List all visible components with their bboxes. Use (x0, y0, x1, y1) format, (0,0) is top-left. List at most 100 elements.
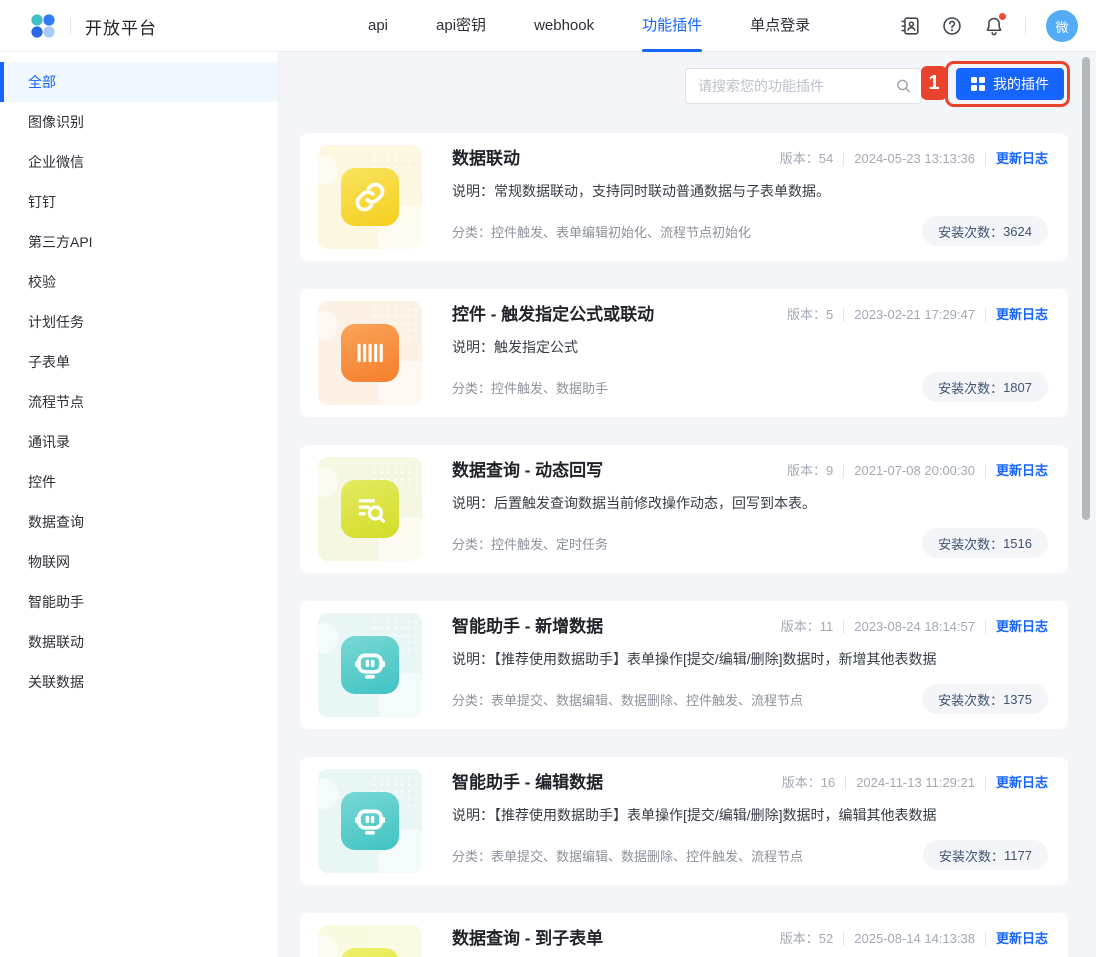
plugin-version: 版本：11 (781, 615, 834, 639)
sidebar-item-label: 智能助手 (28, 592, 84, 612)
changelog-link[interactable]: 更新日志 (996, 459, 1048, 483)
plugin-card-body: 智能助手 - 新增数据 版本：11 2023-08-24 18:14:57 更新… (452, 601, 1048, 729)
plugin-categories: 分类：表单提交、数据编辑、数据删除、控件触发、流程节点 (452, 690, 803, 709)
robot-icon (353, 648, 387, 682)
plugin-version: 版本：5 (787, 303, 833, 327)
plugin-icon (341, 948, 399, 957)
plugin-card-body: 数据查询 - 到子表单 版本：52 2025-08-14 14:13:38 更新… (452, 913, 1048, 957)
meta-divider (843, 308, 844, 322)
plugin-title: 控件 - 触发指定公式或联动 (452, 303, 654, 327)
sidebar-item-label: 校验 (28, 272, 56, 292)
sidebar-item[interactable]: 第三方API (0, 222, 278, 262)
plugin-version: 版本：9 (787, 459, 833, 483)
sidebar-item[interactable]: 子表单 (0, 342, 278, 382)
top-nav-tab[interactable]: 单点登录 (750, 0, 810, 52)
plugin-meta: 版本：16 2024-11-13 11:29:21 更新日志 (782, 771, 1048, 795)
top-nav-tab[interactable]: webhook (534, 0, 594, 52)
plugin-description: 说明：后置触发查询数据当前修改操作动态，回写到本表。 (452, 493, 1048, 513)
sidebar-item-label: 数据查询 (28, 512, 84, 532)
sidebar-item-label: 图像识别 (28, 112, 84, 132)
sidebar-item-label: 计划任务 (28, 312, 84, 332)
top-nav-tab[interactable]: 功能插件 (642, 0, 702, 52)
search-input[interactable] (685, 68, 922, 104)
scrollbar-thumb[interactable] (1082, 57, 1090, 520)
sidebar-item-label: 子表单 (28, 352, 70, 372)
sidebar-item-label: 全部 (28, 72, 56, 92)
sidebar-item-label: 关联数据 (28, 672, 84, 692)
plugin-icon-tile (318, 769, 422, 873)
search-icon (895, 78, 912, 95)
notification-bell-icon[interactable] (983, 15, 1005, 37)
plugin-card[interactable]: 智能助手 - 新增数据 版本：11 2023-08-24 18:14:57 更新… (300, 601, 1068, 729)
plugin-card[interactable]: 智能助手 - 编辑数据 版本：16 2024-11-13 11:29:21 更新… (300, 757, 1068, 885)
changelog-link[interactable]: 更新日志 (996, 147, 1048, 171)
plugin-updated-at: 2023-08-24 18:14:57 (854, 615, 975, 639)
header-divider (1025, 17, 1026, 35)
plugin-meta: 版本：11 2023-08-24 18:14:57 更新日志 (781, 615, 1048, 639)
app-logo-icon (30, 13, 56, 39)
sidebar-item[interactable]: 关联数据 (0, 662, 278, 702)
plugin-card[interactable]: 数据联动 版本：54 2024-05-23 13:13:36 更新日志 说明：常… (300, 133, 1068, 261)
category-sidebar: 全部 图像识别 企业微信 钉钉 第三方API 校验 计划任务 子表单 流程节点 … (0, 52, 279, 957)
meta-divider (985, 308, 986, 322)
plugin-card[interactable]: 数据查询 - 到子表单 版本：52 2025-08-14 14:13:38 更新… (300, 913, 1068, 957)
user-avatar[interactable]: 微 (1046, 10, 1078, 42)
sidebar-item[interactable]: 智能助手 (0, 582, 278, 622)
plugin-card[interactable]: 数据查询 - 动态回写 版本：9 2021-07-08 20:00:30 更新日… (300, 445, 1068, 573)
sidebar-item[interactable]: 图像识别 (0, 102, 278, 142)
sidebar-item[interactable]: 企业微信 (0, 142, 278, 182)
plugin-title: 数据查询 - 到子表单 (452, 927, 603, 951)
plugin-version: 版本：54 (780, 147, 833, 171)
meta-divider (845, 776, 846, 790)
sidebar-item[interactable]: 流程节点 (0, 382, 278, 422)
changelog-link[interactable]: 更新日志 (996, 615, 1048, 639)
plugin-icon (341, 636, 399, 694)
meta-divider (985, 620, 986, 634)
changelog-link[interactable]: 更新日志 (996, 927, 1048, 951)
top-nav-tab[interactable]: api密钥 (436, 0, 486, 52)
plugin-version: 版本：52 (780, 927, 833, 951)
plugin-card-body: 智能助手 - 编辑数据 版本：16 2024-11-13 11:29:21 更新… (452, 757, 1048, 885)
sidebar-item[interactable]: 数据查询 (0, 502, 278, 542)
plugin-description: 说明：【推荐使用数据助手】表单操作[提交/编辑/删除]数据时，编辑其他表数据 (452, 805, 1048, 825)
plugin-description: 说明：触发指定公式 (452, 337, 1048, 357)
plugin-categories: 分类：控件触发、表单编辑初始化、流程节点初始化 (452, 222, 751, 241)
sidebar-item[interactable]: 控件 (0, 462, 278, 502)
sidebar-item-label: 控件 (28, 472, 56, 492)
changelog-link[interactable]: 更新日志 (996, 771, 1048, 795)
sidebar-item[interactable]: 钉钉 (0, 182, 278, 222)
search-box (685, 68, 922, 104)
top-nav-tab[interactable]: api (368, 0, 388, 52)
sidebar-item[interactable]: 数据联动 (0, 622, 278, 662)
contacts-icon[interactable] (899, 15, 921, 37)
sidebar-item[interactable]: 通讯录 (0, 422, 278, 462)
top-nav: api api密钥 webhook 功能插件 单点登录 (368, 0, 810, 52)
plugin-description: 说明：【推荐使用数据助手】表单操作[提交/编辑/删除]数据时，新增其他表数据 (452, 649, 1048, 669)
changelog-link[interactable]: 更新日志 (996, 303, 1048, 327)
plugin-categories: 分类：表单提交、数据编辑、数据删除、控件触发、流程节点 (452, 846, 803, 865)
meta-divider (985, 932, 986, 946)
sidebar-item[interactable]: 全部 (0, 62, 278, 102)
help-icon[interactable] (941, 15, 963, 37)
open-platform-page: 开放平台 api api密钥 webhook 功能插件 单点登录 (0, 0, 1096, 957)
top-bar: 开放平台 api api密钥 webhook 功能插件 单点登录 (0, 0, 1096, 52)
sidebar-item-label: 第三方API (28, 232, 93, 252)
plugin-updated-at: 2025-08-14 14:13:38 (854, 927, 975, 951)
grid-icon (971, 77, 985, 91)
plugin-card-list: 数据联动 版本：54 2024-05-23 13:13:36 更新日志 说明：常… (300, 133, 1068, 957)
plugin-updated-at: 2023-02-21 17:29:47 (854, 303, 975, 327)
plugin-icon-tile (318, 457, 422, 561)
meta-divider (843, 932, 844, 946)
install-count-badge: 安装次数：1807 (922, 372, 1048, 402)
plugin-meta: 版本：5 2023-02-21 17:29:47 更新日志 (787, 303, 1048, 327)
plugin-version: 版本：16 (782, 771, 835, 795)
plugin-updated-at: 2024-11-13 11:29:21 (856, 771, 975, 795)
plugin-card[interactable]: 控件 - 触发指定公式或联动 版本：5 2023-02-21 17:29:47 … (300, 289, 1068, 417)
meta-divider (985, 464, 986, 478)
sidebar-item[interactable]: 校验 (0, 262, 278, 302)
sidebar-item[interactable]: 物联网 (0, 542, 278, 582)
header-actions: 微 (899, 0, 1078, 52)
my-plugins-button[interactable]: 我的插件 (956, 68, 1064, 100)
sidebar-item[interactable]: 计划任务 (0, 302, 278, 342)
meta-divider (985, 152, 986, 166)
